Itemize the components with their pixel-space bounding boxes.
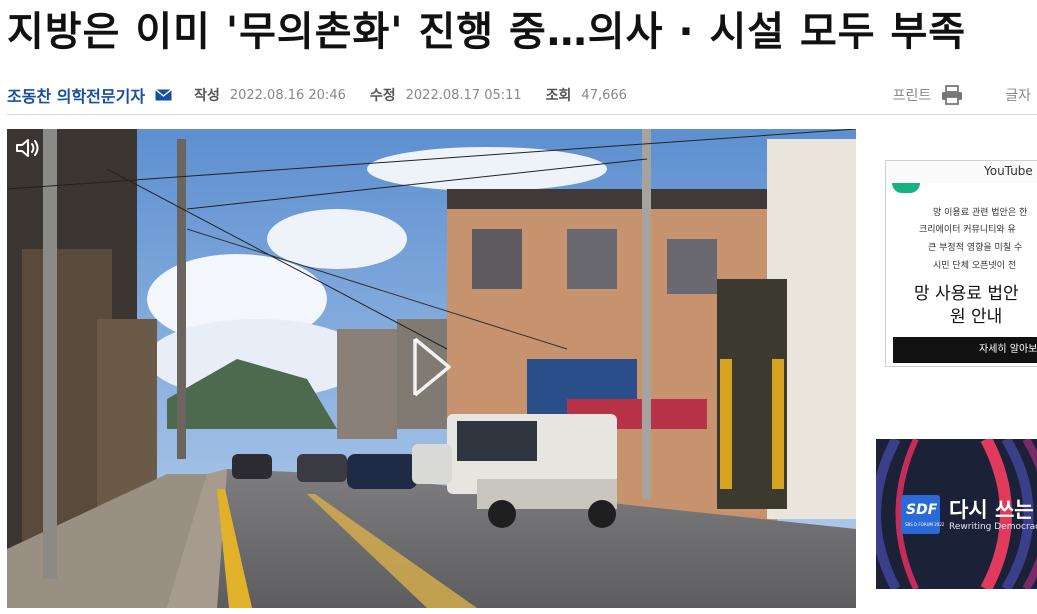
printer-icon[interactable] xyxy=(941,85,963,105)
ad-text-line: 크리에이터 커뮤니티와 유 xyxy=(919,225,1016,235)
sdf-forum-ad-banner[interactable]: SDF SBS D FORUM 2022 다시 쓰는 Rewriting Dem… xyxy=(876,439,1037,589)
sdf-ad-title: 다시 쓰는 xyxy=(949,498,1034,522)
ad-title-line: 망 사용료 법안 xyxy=(914,284,1019,304)
ad-text-line: 망 이용료 관련 법안은 한 xyxy=(933,208,1028,218)
views-label: 조회 xyxy=(545,88,572,104)
article-tools: 프린트 글자 xyxy=(893,80,1037,110)
article-meta: 조동찬 의학전문기자 작성 2022.08.16 20:46 수정 2022.0… xyxy=(7,80,1037,110)
play-icon[interactable] xyxy=(411,335,453,399)
modified-label: 수정 xyxy=(369,88,396,104)
font-size-button[interactable]: 글자 xyxy=(1005,85,1031,105)
views-count: 47,666 xyxy=(581,87,627,103)
article-headline: 지방은 이미 '무의촌화' 진행 중…의사 · 시설 모두 부족 xyxy=(7,9,967,55)
ad-title-line: 원 안내 xyxy=(950,307,1003,327)
modified-date: 2022.08.17 05:11 xyxy=(405,87,522,103)
meta-divider xyxy=(7,114,1037,115)
ad-learn-more-button[interactable]: 자세히 알아보기 xyxy=(893,337,1037,363)
envelope-icon[interactable] xyxy=(155,89,173,101)
reporter-name[interactable]: 조동찬 의학전문기자 xyxy=(7,83,145,107)
created-date: 2022.08.16 20:46 xyxy=(229,87,346,103)
ad-text-line: 큰 부정적 영향을 미칠 수 xyxy=(928,243,1023,253)
sdf-ad-subtitle: Rewriting Democracy xyxy=(949,522,1037,532)
youtube-ad-banner[interactable]: YouTube 망 이용료 관련 법안은 한 크리에이터 커뮤니티와 유 큰 부… xyxy=(885,160,1037,367)
ad-source-label: YouTube xyxy=(984,164,1033,178)
sdf-logo-subtext: SBS D FORUM 2022 xyxy=(905,522,945,527)
ad-accent-shape xyxy=(892,183,920,193)
print-button-label[interactable]: 프린트 xyxy=(893,85,932,105)
ad-text-line: 시민 단체 오픈넷이 전 xyxy=(933,261,1017,271)
speaker-icon[interactable] xyxy=(15,137,41,159)
created-label: 작성 xyxy=(194,88,220,104)
sdf-logo-text: SDF xyxy=(906,502,938,518)
video-player[interactable] xyxy=(7,129,856,608)
sdf-logo: SDF SBS D FORUM 2022 xyxy=(901,495,944,534)
